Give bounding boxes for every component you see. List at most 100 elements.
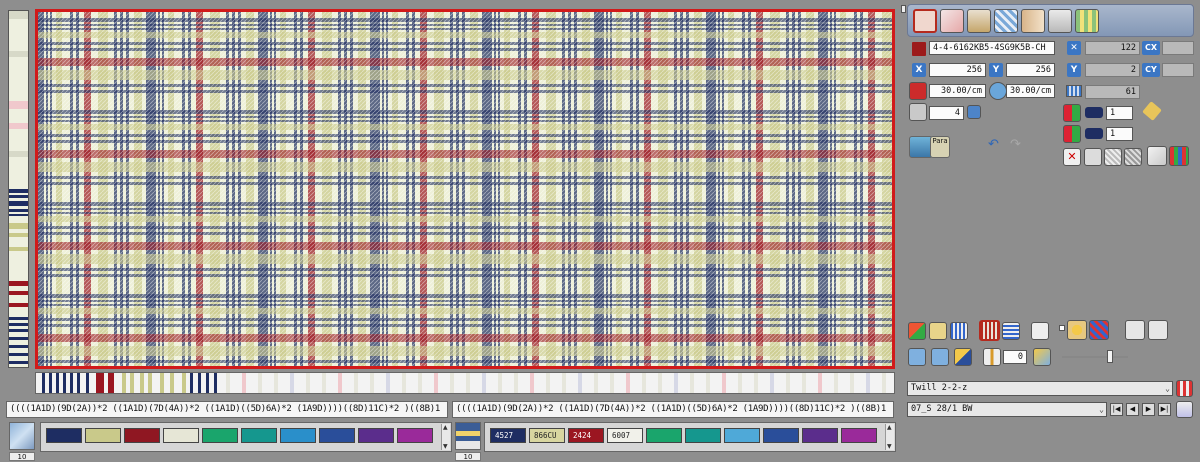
dots-icon[interactable]	[1067, 320, 1087, 340]
zoom-slider-track[interactable]	[1062, 356, 1128, 358]
shirt-icon[interactable]	[908, 348, 926, 366]
mirror-icon[interactable]	[983, 348, 1001, 366]
split-icon[interactable]	[1021, 9, 1045, 33]
next-icon[interactable]: ▶	[1142, 403, 1155, 416]
add-stripe-icon[interactable]	[950, 322, 968, 340]
palette-swatch[interactable]: 6007	[607, 428, 643, 443]
design-name-field[interactable]: 4-4-6162KB5-4SG9K5B-CH	[929, 41, 1055, 55]
first-icon[interactable]: |◀	[1110, 403, 1123, 416]
weave-editor-icon[interactable]	[1176, 380, 1193, 397]
palette-swatch[interactable]	[280, 428, 316, 443]
layer-b-color[interactable]	[1085, 128, 1103, 139]
lock-icon[interactable]	[967, 105, 981, 119]
warp-density-field[interactable]: 30.00/cm	[929, 84, 986, 98]
prev-icon[interactable]: ◀	[1126, 403, 1139, 416]
palette-swatch[interactable]	[124, 428, 160, 443]
last-icon[interactable]: ▶|	[1158, 403, 1171, 416]
warp-stripe-svg	[9, 11, 28, 367]
undo-icon[interactable]: ↶	[988, 138, 1002, 152]
weave-select[interactable]: Twill 2-2-z ⌄	[907, 381, 1173, 396]
copy-icon[interactable]	[1125, 320, 1145, 340]
cy-value-field[interactable]	[1162, 63, 1194, 77]
density-weft-icon[interactable]	[989, 82, 1007, 100]
palette-swatch[interactable]	[802, 428, 838, 443]
clear-icon[interactable]	[1084, 148, 1102, 166]
palette-scrollbar[interactable]: ▲ ▼	[441, 424, 450, 450]
warp-formula-field[interactable]: ((((1A1D)(9D(2A))*2 ((1A1D)(7D(4A))*2 ((…	[6, 401, 448, 418]
color-tool-icon[interactable]	[908, 322, 926, 340]
para-button[interactable]: Para	[930, 136, 950, 158]
yarn-select[interactable]: 07_S 28/1 BW ⌄	[907, 402, 1107, 417]
fabric-preview-canvas[interactable]	[35, 9, 895, 369]
palette-swatch[interactable]	[724, 428, 760, 443]
x-value-field[interactable]: 122	[1085, 41, 1140, 55]
size-x-field[interactable]: 256	[929, 63, 986, 77]
yarn-library-icon[interactable]	[1176, 401, 1193, 418]
density-warp-icon[interactable]	[909, 82, 927, 100]
palette-swatch[interactable]	[841, 428, 877, 443]
palette-swatch[interactable]	[358, 428, 394, 443]
warp-stripe-preview[interactable]	[8, 10, 29, 368]
weft-stripe-svg	[36, 373, 894, 393]
layer-b-field[interactable]: 1	[1106, 127, 1133, 141]
pencil-icon[interactable]	[1142, 101, 1162, 121]
palette-scrollbar[interactable]: ▲ ▼	[885, 424, 894, 450]
warp-icon[interactable]	[967, 9, 991, 33]
grid-icon[interactable]	[1075, 9, 1099, 33]
cx-value-field[interactable]	[1162, 41, 1194, 55]
list-icon[interactable]	[1002, 322, 1020, 340]
y-value-field[interactable]: 2	[1085, 63, 1140, 77]
palette-swatch[interactable]	[646, 428, 682, 443]
measure-icon[interactable]	[1048, 9, 1072, 33]
fill-alt-icon[interactable]	[1124, 148, 1142, 166]
pattern-icon[interactable]	[1089, 320, 1109, 340]
delete-icon[interactable]: ✕	[1063, 148, 1081, 166]
stripe-mode-icon[interactable]	[979, 320, 1000, 341]
weft-stripe-preview[interactable]	[35, 372, 895, 394]
chevron-down-icon: ⌄	[1165, 384, 1170, 393]
y-size-icon: Y	[989, 63, 1003, 77]
weft-density-field[interactable]: 30.00/cm	[1006, 84, 1055, 98]
weft-tool-icon[interactable]	[455, 422, 481, 450]
weaving-cad-window: ((((1A1D)(9D(2A))*2 ((1A1D)(7D(4A))*2 ((…	[0, 0, 1200, 462]
palette-grid-icon[interactable]	[1169, 146, 1189, 166]
spray-icon[interactable]	[931, 348, 949, 366]
palette-swatch[interactable]	[319, 428, 355, 443]
add-color-icon[interactable]	[929, 322, 947, 340]
redo-icon[interactable]: ↷	[1010, 138, 1024, 152]
repeat-count-field[interactable]: 4	[929, 106, 964, 120]
layer-a-color[interactable]	[1085, 107, 1103, 118]
step-field[interactable]: 0	[1003, 350, 1027, 364]
insert-icon[interactable]	[1031, 322, 1049, 340]
layer-b-icon[interactable]	[1063, 125, 1081, 143]
paste-icon[interactable]	[1148, 320, 1168, 340]
palette-swatch[interactable]	[685, 428, 721, 443]
check-icon[interactable]	[994, 9, 1018, 33]
palette-swatch[interactable]: 866CU	[529, 428, 565, 443]
palette-swatch[interactable]	[397, 428, 433, 443]
palette-swatch[interactable]	[163, 428, 199, 443]
zoom-icon[interactable]	[1033, 348, 1051, 366]
layer-a-field[interactable]: 1	[1106, 106, 1133, 120]
palette-swatch[interactable]	[241, 428, 277, 443]
palette-swatch[interactable]: 2424	[568, 428, 604, 443]
warp-tool-icon[interactable]	[9, 422, 35, 450]
weft-formula-field[interactable]: ((((1A1D)(9D(2A))*2 ((1A1D)(7D(4A))*2 ((…	[452, 401, 894, 418]
repeat-icon[interactable]	[909, 103, 927, 121]
layer-a-icon[interactable]	[1063, 104, 1081, 122]
weave-view-icon[interactable]	[940, 9, 964, 33]
palette-swatch[interactable]	[763, 428, 799, 443]
fill-icon[interactable]	[1104, 148, 1122, 166]
small-square-icon[interactable]	[1059, 325, 1065, 331]
splitter-handle[interactable]	[901, 5, 906, 13]
tools-icon[interactable]	[1147, 146, 1167, 166]
palette-swatch[interactable]: 4527	[490, 428, 526, 443]
palette-swatch[interactable]	[46, 428, 82, 443]
zoom-slider-thumb[interactable]	[1107, 350, 1113, 363]
palette-swatch[interactable]	[85, 428, 121, 443]
total-value-field[interactable]: 61	[1085, 85, 1140, 99]
palette-swatch[interactable]	[202, 428, 238, 443]
fabric-view-icon[interactable]	[913, 9, 937, 33]
swap-icon[interactable]	[954, 348, 972, 366]
size-y-field[interactable]: 256	[1006, 63, 1055, 77]
